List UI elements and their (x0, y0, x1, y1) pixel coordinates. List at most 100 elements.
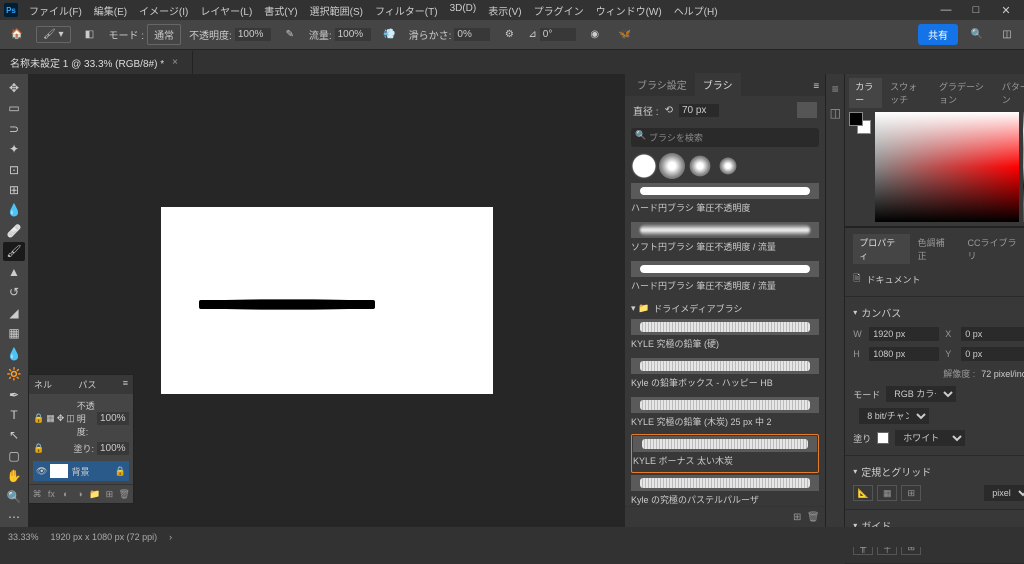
eraser-tool[interactable]: ◢ (3, 303, 25, 322)
smooth-input[interactable] (454, 28, 490, 41)
ruler-section-head[interactable]: 定規とグリッド (853, 462, 1024, 483)
fill-select[interactable]: ホワイト (895, 430, 965, 446)
menu-filter[interactable]: フィルター(T) (370, 1, 443, 20)
new-brush-icon[interactable]: ⊞ (791, 511, 803, 523)
stamp-tool[interactable]: ▲ (3, 262, 25, 281)
layer-name[interactable]: 背景 (71, 465, 89, 478)
lock-pixel-icon[interactable]: ▦ (46, 413, 55, 424)
doc-dimensions[interactable]: 1920 px x 1080 px (72 ppi) (51, 532, 158, 542)
menu-3d[interactable]: 3D(D) (445, 1, 482, 20)
marquee-tool[interactable]: ▭ (3, 98, 25, 117)
brush-item[interactable]: KYLE 究極の鉛筆 (木炭) 25 px 中 2 (631, 395, 819, 434)
brush-search-input[interactable]: ブラシを検索 (631, 128, 819, 147)
ruler-toggle[interactable]: 📐 (853, 485, 873, 501)
hand-tool[interactable]: ✋ (3, 467, 25, 486)
histogram-icon[interactable]: ◫ (826, 104, 844, 122)
brush-tool[interactable]: 🖌 (3, 242, 25, 261)
mask-icon[interactable]: ◐ (61, 488, 71, 500)
menu-view[interactable]: 表示(V) (483, 1, 526, 20)
panel-menu-icon[interactable]: ≡ (807, 77, 825, 96)
tab-libraries[interactable]: CCライブラリ (961, 234, 1024, 264)
gradient-tool[interactable]: ▦ (3, 323, 25, 342)
brush-item[interactable]: KYLE 究極の鉛筆 (硬) (631, 317, 819, 356)
adjust-icon[interactable]: ◑ (75, 488, 85, 500)
brush-tip[interactable] (720, 158, 737, 175)
brush-tip[interactable] (659, 153, 685, 179)
lock-icon[interactable]: 🔒 (33, 413, 44, 424)
close-icon[interactable]: ✕ (992, 2, 1020, 18)
fx-icon[interactable]: fx (46, 488, 56, 500)
bitdepth-select[interactable]: 8 bit/チャンネル (859, 408, 929, 424)
path-tool[interactable]: ↖ (3, 426, 25, 445)
x-input[interactable] (961, 327, 1024, 341)
group-icon[interactable]: 📁 (89, 488, 100, 500)
brush-item[interactable]: Kyle の究極のパステルパルーザ (631, 473, 819, 506)
brush-list[interactable]: ハード円ブラシ 筆圧不透明度ソフト円ブラシ 筆圧不透明度 / 流量ハード円ブラシ… (625, 181, 825, 506)
smooth-options-icon[interactable]: ⚙ (498, 24, 520, 46)
type-tool[interactable]: T (3, 405, 25, 424)
height-input[interactable] (869, 347, 939, 361)
canvas-section-head[interactable]: カンバス (853, 303, 1024, 324)
zoom-level[interactable]: 33.33% (8, 532, 39, 542)
delete-brush-icon[interactable]: 🗑 (807, 511, 819, 523)
layer-thumbnail[interactable] (50, 464, 68, 478)
menu-window[interactable]: ウィンドウ(W) (591, 1, 667, 20)
visibility-icon[interactable]: 👁 (36, 466, 47, 477)
lock-all-icon[interactable]: 🔒 (33, 443, 44, 454)
pressure-size-icon[interactable]: ◉ (584, 24, 606, 46)
fill-swatch[interactable] (877, 432, 889, 444)
tab-brushes[interactable]: ブラシ (695, 73, 741, 96)
menu-image[interactable]: イメージ(I) (134, 1, 193, 20)
tab-color[interactable]: カラー (849, 78, 882, 108)
pressure-opacity-icon[interactable]: ✎ (279, 24, 301, 46)
tab-brush-settings[interactable]: ブラシ設定 (629, 73, 695, 96)
menu-plugin[interactable]: プラグイン (529, 1, 589, 20)
shape-tool[interactable]: ▢ (3, 446, 25, 465)
move-tool[interactable]: ✥ (3, 78, 25, 97)
pixel-grid-toggle[interactable]: ⊞ (901, 485, 921, 501)
panel-tab-channels[interactable]: ネル (34, 378, 52, 391)
layer-opacity-input[interactable] (97, 412, 129, 425)
brush-size-input[interactable] (679, 104, 719, 117)
menu-select[interactable]: 選択範囲(S) (305, 1, 368, 20)
zoom-tool[interactable]: 🔍 (3, 487, 25, 506)
crop-tool[interactable]: ⊡ (3, 160, 25, 179)
menu-type[interactable]: 書式(Y) (259, 1, 302, 20)
panel-menu-icon[interactable]: ≡ (123, 378, 128, 391)
pen-tool[interactable]: ✒ (3, 385, 25, 404)
brush-settings-icon[interactable]: ◧ (79, 24, 101, 46)
canvas-area[interactable]: ネルパス≡ 🔒▦✥◫ 不透明度: 🔒塗り: 👁 背景 🔒 ⌘fx◐◑📁⊞🗑 (28, 74, 625, 527)
menu-help[interactable]: ヘルプ(H) (669, 1, 723, 20)
flow-input[interactable] (335, 28, 371, 41)
brush-item[interactable]: Kyle の鉛筆ボックス - ハッピー HB (631, 356, 819, 395)
edit-toolbar[interactable]: ⋯ (3, 508, 25, 527)
delete-icon[interactable]: 🗑 (119, 488, 130, 500)
width-input[interactable] (869, 327, 939, 341)
brush-item[interactable]: ハード円ブラシ 筆圧不透明度 / 流量 (631, 259, 819, 298)
dodge-tool[interactable]: 🔆 (3, 364, 25, 383)
layer-fill-input[interactable] (97, 442, 129, 455)
brush-group[interactable]: ドライメディアブラシ (631, 298, 819, 317)
airbrush-icon[interactable]: 💨 (379, 24, 401, 46)
document-tab[interactable]: 名称未設定 1 @ 33.3% (RGB/8#) * × (0, 51, 193, 74)
lasso-tool[interactable]: ⊃ (3, 119, 25, 138)
tab-properties[interactable]: プロパティ (853, 234, 909, 264)
tab-patterns[interactable]: パターン (996, 78, 1024, 108)
y-input[interactable] (961, 347, 1024, 361)
link-icon[interactable]: ⌘ (32, 488, 42, 500)
brush-item[interactable]: ハード円ブラシ 筆圧不透明度 (631, 181, 819, 220)
layers-panel[interactable]: ネルパス≡ 🔒▦✥◫ 不透明度: 🔒塗り: 👁 背景 🔒 ⌘fx◐◑📁⊞🗑 (28, 374, 134, 504)
brush-tip[interactable] (690, 156, 711, 177)
panel-tab-paths[interactable]: パス (78, 378, 96, 391)
menu-edit[interactable]: 編集(E) (89, 1, 132, 20)
color-spectrum[interactable] (875, 112, 1019, 222)
symmetry-icon[interactable]: 🦋 (614, 24, 636, 46)
ruler-unit-select[interactable]: pixel (984, 485, 1024, 501)
mode-select[interactable]: 通常 (147, 24, 181, 45)
minimize-icon[interactable]: — (932, 2, 960, 18)
share-button[interactable]: 共有 (918, 24, 958, 45)
grid-toggle[interactable]: ▦ (877, 485, 897, 501)
new-layer-icon[interactable]: ⊞ (104, 488, 114, 500)
history-icon[interactable]: ≡ (826, 80, 844, 98)
fg-bg-swatch[interactable] (849, 112, 871, 134)
